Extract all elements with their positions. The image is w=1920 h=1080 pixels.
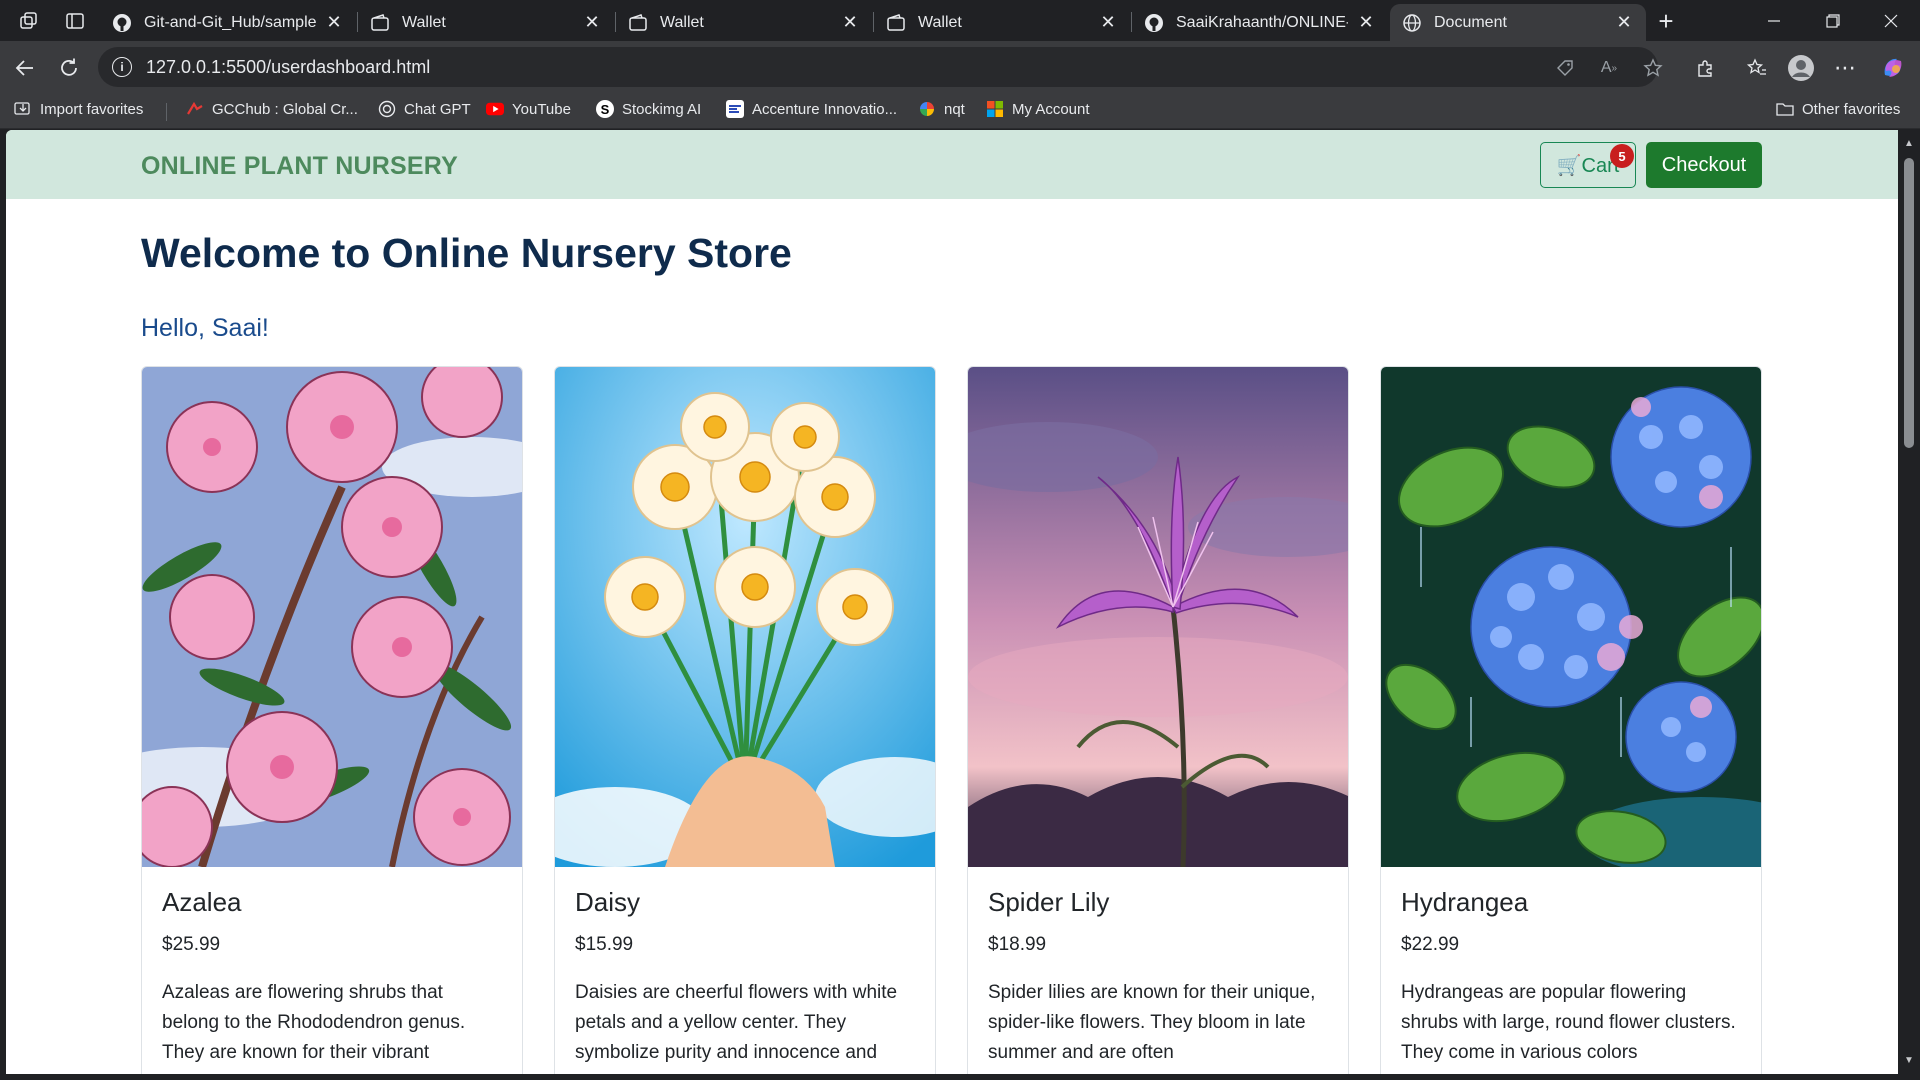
brand-logo[interactable]: ONLINE PLANT NURSERY: [141, 152, 458, 181]
scroll-up-icon[interactable]: ▲: [1903, 138, 1915, 150]
read-aloud-icon[interactable]: A»: [1594, 53, 1624, 83]
favorite-my-account[interactable]: My Account: [986, 100, 1090, 118]
close-icon[interactable]: ✕: [1356, 12, 1376, 33]
tab-wallet-1[interactable]: Wallet ✕: [358, 4, 614, 41]
product-price: $25.99: [162, 934, 221, 955]
product-image-daisy: [555, 367, 935, 867]
close-icon[interactable]: ✕: [1614, 12, 1634, 33]
close-icon[interactable]: ✕: [840, 12, 860, 33]
microsoft-icon: [986, 100, 1004, 118]
close-window-icon[interactable]: [1862, 0, 1920, 41]
gcc-icon: [186, 100, 204, 118]
profile-avatar-icon[interactable]: [1786, 53, 1816, 83]
page-scrollbar[interactable]: ▲ ▼: [1898, 130, 1920, 1080]
favorite-chatgpt[interactable]: Chat GPT: [378, 100, 471, 118]
accenture-icon: [726, 100, 744, 118]
nqt-icon: [918, 100, 936, 118]
close-icon[interactable]: ✕: [1098, 12, 1118, 33]
site-navbar: ONLINE PLANT NURSERY 🛒Cart 5 Checkout: [6, 130, 1898, 199]
product-description: Spider lilies are known for their unique…: [988, 982, 1316, 1063]
product-card-spider-lily[interactable]: Spider Lily $18.99 Spider lilies are kno…: [967, 366, 1349, 1074]
browser-toolbar: i 127.0.0.1:5500/userdashboard.html A» ⋯: [0, 41, 1920, 93]
favorite-nqt[interactable]: nqt: [918, 100, 965, 118]
tab-online-plant-repo[interactable]: SaaiKrahaanth/ONLINE-PL/ ✕: [1132, 4, 1388, 41]
favorite-stockimg[interactable]: S Stockimg AI: [596, 100, 701, 118]
workspaces-icon[interactable]: [16, 8, 42, 34]
page-title: Welcome to Online Nursery Store: [141, 230, 792, 276]
favorite-star-icon[interactable]: [1638, 53, 1668, 83]
product-description: Daisies are cheerful flowers with white …: [575, 982, 898, 1063]
folder-icon: [1776, 100, 1794, 118]
favorite-gcchub[interactable]: GCChub : Global Cr...: [186, 100, 358, 118]
wallet-icon: [628, 13, 648, 33]
youtube-icon: [486, 100, 504, 118]
back-icon[interactable]: [10, 53, 40, 83]
github-icon: [112, 13, 132, 33]
refresh-icon[interactable]: [54, 53, 84, 83]
tab-wallet-2[interactable]: Wallet ✕: [616, 4, 872, 41]
product-price: $22.99: [1401, 934, 1460, 955]
chatgpt-icon: [378, 100, 396, 118]
close-icon[interactable]: ✕: [324, 12, 344, 33]
product-price: $15.99: [575, 934, 634, 955]
product-card-hydrangea[interactable]: Hydrangea $22.99 Hydrangeas are popular …: [1380, 366, 1762, 1074]
new-tab-icon[interactable]: +: [1653, 6, 1679, 36]
tab-strip: Git-and-Git_Hub/sample.ht ✕ Wallet ✕ Wal…: [0, 0, 1920, 41]
favorite-accenture[interactable]: Accenture Innovatio...: [726, 100, 897, 118]
tab-document[interactable]: Document ✕: [1390, 4, 1646, 41]
site-info-icon[interactable]: i: [112, 57, 132, 77]
product-card-daisy[interactable]: Daisy $15.99 Daisies are cheerful flower…: [554, 366, 936, 1074]
product-name: Azalea: [162, 887, 242, 917]
tab-wallet-3[interactable]: Wallet ✕: [874, 4, 1130, 41]
minimize-icon[interactable]: [1745, 0, 1803, 41]
import-icon: [14, 100, 32, 118]
product-image-azalea: [142, 367, 522, 867]
product-name: Hydrangea: [1401, 887, 1529, 917]
product-name: Spider Lily: [988, 887, 1110, 917]
wallet-icon: [370, 13, 390, 33]
cart-count-badge: 5: [1610, 144, 1634, 168]
wallet-icon: [886, 13, 906, 33]
tab-git-sample[interactable]: Git-and-Git_Hub/sample.ht ✕: [100, 4, 356, 41]
stockimg-icon: S: [596, 100, 614, 118]
copilot-icon[interactable]: [1878, 53, 1908, 83]
product-description: Hydrangeas are popular flowering shrubs …: [1401, 982, 1736, 1063]
product-price: $18.99: [988, 934, 1047, 955]
product-image-hydrangea: [1381, 367, 1761, 867]
url-text[interactable]: 127.0.0.1:5500/userdashboard.html: [146, 57, 430, 78]
page-viewport: ONLINE PLANT NURSERY 🛒Cart 5 Checkout We…: [6, 130, 1898, 1074]
other-favorites-folder[interactable]: Other favorites: [1776, 100, 1900, 118]
favorite-import[interactable]: Import favorites: [14, 100, 143, 118]
favorites-icon[interactable]: [1742, 53, 1772, 83]
product-description: Azaleas are flowering shrubs that belong…: [162, 982, 466, 1063]
checkout-button[interactable]: Checkout: [1646, 142, 1762, 188]
github-icon: [1144, 13, 1164, 33]
favorites-bar: Import favorites GCChub : Global Cr... C…: [0, 93, 1920, 129]
user-greeting: Hello, Saai!: [141, 314, 269, 342]
product-card-azalea[interactable]: Azalea $25.99 Azaleas are flowering shru…: [141, 366, 523, 1074]
more-options-icon[interactable]: ⋯: [1830, 53, 1860, 83]
close-icon[interactable]: ✕: [582, 12, 602, 33]
scrollbar-thumb[interactable]: [1904, 158, 1914, 448]
globe-icon: [1402, 13, 1422, 33]
vertical-tabs-icon[interactable]: [62, 8, 88, 34]
restore-icon[interactable]: [1804, 0, 1862, 41]
address-bar[interactable]: i 127.0.0.1:5500/userdashboard.html: [98, 47, 1658, 87]
favorites-divider: [166, 103, 167, 121]
favorite-youtube[interactable]: YouTube: [486, 100, 571, 118]
scroll-down-icon[interactable]: ▼: [1903, 1055, 1915, 1067]
product-image-spider-lily: [968, 367, 1348, 867]
extensions-icon[interactable]: [1690, 53, 1720, 83]
tracking-prevention-icon[interactable]: [1550, 53, 1580, 83]
product-name: Daisy: [575, 887, 641, 917]
